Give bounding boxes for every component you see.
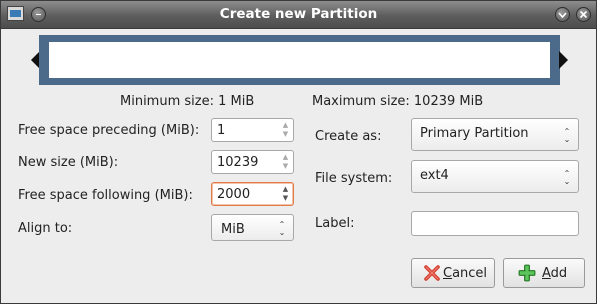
align-to-label: Align to: [18,221,73,236]
cancel-icon [424,265,440,281]
add-icon [518,264,536,282]
free-space-preceding-label: Free space preceding (MiB): [18,123,200,138]
maximum-size-label: Maximum size: 10239 MiB [312,94,484,109]
label-field-label: Label: [315,216,355,231]
spin-arrows-icon[interactable]: ▲ ▼ [280,185,291,203]
free-space-preceding-value: 1 [217,123,226,138]
create-as-combo[interactable]: Primary Partition ⌃ ⌄ [411,118,579,151]
partition-resizer[interactable] [29,35,570,85]
cancel-button-label: Cancel [443,266,488,281]
align-to-combo[interactable]: MiB ⌃ ⌄ [211,214,294,241]
create-as-value: Primary Partition [420,126,529,141]
minimize-icon [558,12,567,19]
combo-updown-icon: ⌃ ⌄ [563,127,571,144]
spin-arrows-icon[interactable]: ▲ ▼ [280,121,291,139]
new-size-label: New size (MiB): [18,155,119,170]
partition-bar[interactable] [39,35,560,85]
partition-label-input[interactable] [411,211,579,236]
new-size-spinner[interactable]: 10239 ▲ ▼ [211,150,294,174]
combo-updown-icon: ⌃ ⌄ [278,220,286,237]
free-space-following-spinner[interactable]: 2000 ▲ ▼ [211,182,294,206]
create-partition-dialog: Create new Partition Minimum size: 1 MiB… [0,0,597,304]
minimize-button[interactable] [555,7,570,22]
window-title: Create new Partition [219,6,378,22]
free-space-following-label: Free space following (MiB): [18,188,193,203]
free-space-preceding-spinner[interactable]: 1 ▲ ▼ [211,118,294,142]
title-bar[interactable]: Create new Partition [1,1,596,29]
close-button[interactable] [576,7,591,22]
cancel-button[interactable]: Cancel [411,258,495,288]
file-system-combo[interactable]: ext4 ⌃ ⌄ [411,160,579,193]
add-button-label: Add [542,266,568,281]
create-as-label: Create as: [315,129,382,144]
align-to-value: MiB [221,222,245,237]
new-size-value: 10239 [217,155,259,170]
spin-arrows-icon[interactable]: ▲ ▼ [280,153,291,171]
close-icon [579,10,588,19]
minimum-size-label: Minimum size: 1 MiB [120,94,255,109]
right-resize-handle-icon[interactable] [559,51,568,69]
free-space-following-value: 2000 [217,187,251,202]
partition-bar-fill [49,42,550,78]
combo-updown-icon: ⌃ ⌄ [563,169,571,186]
add-button[interactable]: Add [503,258,585,288]
file-system-label: File system: [315,171,393,186]
file-system-value: ext4 [420,168,449,183]
